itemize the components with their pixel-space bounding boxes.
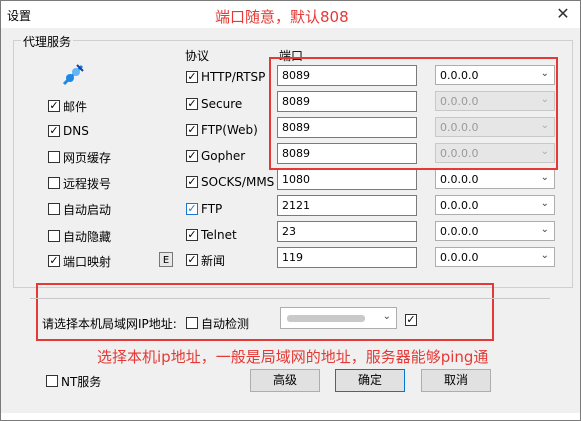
mail-checkbox[interactable]: 邮件	[48, 98, 87, 114]
protocol-checkbox-news[interactable]: 新闻	[186, 252, 225, 268]
checkbox-box	[48, 177, 60, 189]
bind-value: 0.0.0.0	[440, 225, 479, 238]
network-plug-icon	[61, 63, 85, 87]
port-mapping-checkbox[interactable]: 端口映射	[48, 253, 111, 269]
protocol-header: 协议	[185, 49, 210, 63]
protocol-label: Gopher	[201, 149, 246, 163]
protocol-checkbox-socks[interactable]: SOCKS/MMS	[186, 174, 274, 190]
protocol-checkbox-telnet[interactable]: Telnet	[186, 227, 237, 243]
protocol-checkbox-ftp[interactable]: FTP	[186, 201, 222, 217]
chevron-down-icon: ⌄	[540, 224, 549, 235]
settings-dialog: 设置 ✕ 端口随意，默认808 代理服务 协议 端口 邮件 DNS 网页缓存 远…	[0, 0, 581, 421]
dns-label: DNS	[63, 124, 89, 138]
auto-detect-label: 自动检测	[201, 316, 250, 331]
checkbox-box	[405, 314, 417, 326]
highlight-ip-area	[36, 283, 494, 341]
auto-hide-checkbox[interactable]: 自动隐藏	[48, 228, 111, 244]
protocol-label: FTP	[201, 202, 223, 216]
checkbox-box	[186, 124, 198, 136]
checkbox-box	[186, 150, 198, 162]
highlight-port-area	[269, 57, 558, 170]
port-mapping-label: 端口映射	[63, 254, 112, 269]
auto-detect-checkbox[interactable]: 自动检测	[186, 315, 249, 331]
bind-value: 0.0.0.0	[440, 173, 479, 186]
bind-value: 0.0.0.0	[440, 199, 479, 212]
protocol-label: FTP(Web)	[201, 123, 258, 137]
group-title: 代理服务	[21, 33, 74, 50]
protocol-label: 新闻	[201, 253, 226, 268]
mail-label: 邮件	[63, 99, 88, 114]
window-title: 设置	[7, 9, 32, 23]
protocol-label: SOCKS/MMS	[201, 175, 275, 189]
local-ip-select[interactable]: ⌄	[280, 307, 397, 329]
checkbox-box	[48, 255, 60, 267]
advanced-button[interactable]: 高级	[250, 369, 320, 392]
port-input-telnet[interactable]: 23	[277, 221, 417, 242]
checkbox-box	[46, 375, 58, 387]
checkbox-box	[186, 98, 198, 110]
auto-start-checkbox[interactable]: 自动启动	[48, 201, 111, 217]
checkbox-box	[186, 254, 198, 266]
status-strip	[1, 413, 580, 420]
blurred-ip-value	[287, 315, 365, 322]
chevron-down-icon: ⌄	[382, 311, 391, 322]
port-input-socks[interactable]: 1080	[277, 169, 417, 190]
remote-dial-label: 远程拨号	[63, 176, 112, 191]
port-input-ftp[interactable]: 2121	[277, 195, 417, 216]
cancel-button[interactable]: 取消	[421, 369, 491, 392]
web-cache-label: 网页缓存	[63, 150, 112, 165]
checkbox-box	[186, 229, 198, 241]
divider	[30, 298, 550, 299]
chevron-down-icon: ⌄	[540, 172, 549, 183]
checkbox-box	[186, 176, 198, 188]
ip-confirm-checkbox[interactable]	[405, 312, 420, 328]
remote-dial-checkbox[interactable]: 远程拨号	[48, 175, 111, 191]
annotation-port-note: 端口随意，默认808	[215, 8, 349, 26]
protocol-label: HTTP/RTSP	[201, 70, 266, 84]
port-mapping-edit-button[interactable]: E	[159, 252, 173, 267]
nt-service-checkbox[interactable]: NT服务	[46, 373, 101, 389]
ip-select-label: 请选择本机局域网IP地址:	[42, 317, 177, 331]
auto-hide-label: 自动隐藏	[63, 229, 112, 244]
protocol-label: Secure	[201, 97, 243, 111]
bind-select-news[interactable]: 0.0.0.0 ⌄	[435, 247, 555, 267]
checkbox-box	[186, 317, 198, 329]
close-icon[interactable]: ✕	[552, 3, 574, 25]
checkbox-box	[48, 230, 60, 242]
nt-service-label: NT服务	[61, 374, 102, 389]
checkbox-box	[186, 71, 198, 83]
protocol-checkbox-gopher[interactable]: Gopher	[186, 148, 245, 164]
checkbox-box	[48, 125, 60, 137]
checkbox-box	[48, 151, 60, 163]
annotation-ip-note: 选择本机ip地址，一般是局域网的地址，服务器能够ping通	[97, 348, 489, 366]
protocol-checkbox-ftp-web[interactable]: FTP(Web)	[186, 122, 258, 138]
protocol-checkbox-secure[interactable]: Secure	[186, 96, 242, 112]
dns-checkbox[interactable]: DNS	[48, 123, 89, 139]
port-input-news[interactable]: 119	[277, 247, 417, 268]
bind-select-ftp[interactable]: 0.0.0.0 ⌄	[435, 195, 555, 215]
protocol-checkbox-http[interactable]: HTTP/RTSP	[186, 69, 265, 85]
bind-value: 0.0.0.0	[440, 251, 479, 264]
checkbox-box	[48, 203, 60, 215]
ok-button[interactable]: 确定	[335, 369, 405, 392]
chevron-down-icon: ⌄	[540, 198, 549, 209]
checkbox-box	[48, 100, 60, 112]
web-cache-checkbox[interactable]: 网页缓存	[48, 149, 111, 165]
checkbox-box	[186, 203, 198, 215]
bind-select-socks[interactable]: 0.0.0.0 ⌄	[435, 169, 555, 189]
bind-select-telnet[interactable]: 0.0.0.0 ⌄	[435, 221, 555, 241]
auto-start-label: 自动启动	[63, 202, 112, 217]
protocol-label: Telnet	[201, 228, 237, 242]
chevron-down-icon: ⌄	[540, 250, 549, 261]
